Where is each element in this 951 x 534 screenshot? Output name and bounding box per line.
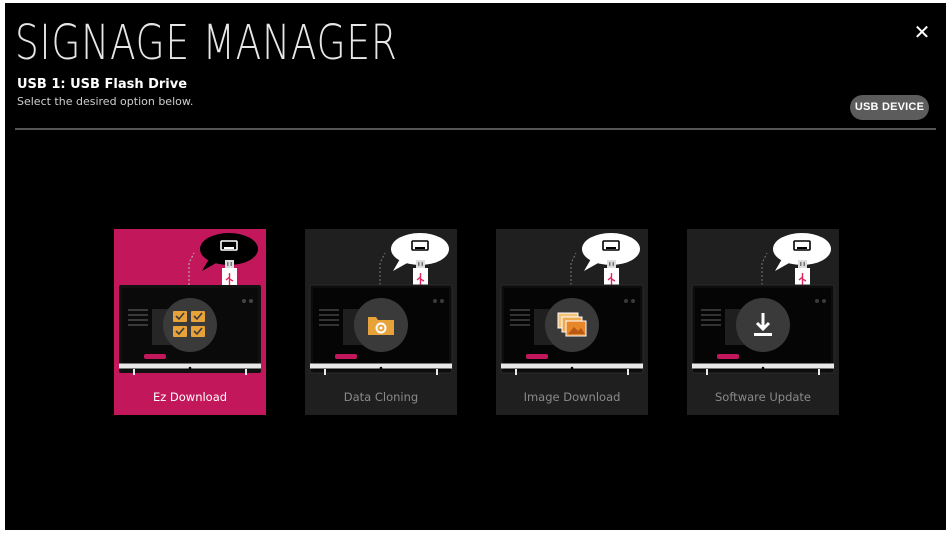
image-download-illustration bbox=[500, 233, 644, 375]
option-label: Image Download bbox=[523, 390, 621, 404]
usb-device-button[interactable]: USB DEVICE bbox=[850, 95, 929, 120]
close-button[interactable]: ✕ bbox=[911, 21, 933, 43]
option-card-data-cloning[interactable]: Data Cloning bbox=[305, 229, 457, 415]
download-arrow-icon bbox=[736, 298, 790, 352]
option-card-software-update[interactable]: Software Update bbox=[687, 229, 839, 415]
folder-gear-icon bbox=[354, 298, 408, 352]
data-cloning-illustration bbox=[309, 233, 453, 375]
software-update-illustration bbox=[691, 233, 835, 375]
option-label: Data Cloning bbox=[343, 390, 419, 404]
images-stack-icon bbox=[545, 298, 599, 352]
option-card-ez-download[interactable]: Ez Download bbox=[114, 229, 266, 415]
option-label: Software Update bbox=[715, 390, 811, 404]
page-title: SIGNAGE MANAGER bbox=[15, 15, 398, 71]
close-icon: ✕ bbox=[913, 20, 931, 44]
ez-download-illustration bbox=[119, 233, 261, 375]
option-label: Ez Download bbox=[152, 390, 228, 404]
option-cards: Ez Download Data Cloning Image Download … bbox=[5, 229, 946, 415]
usb-device-subtitle: USB 1: USB Flash Drive bbox=[17, 77, 188, 92]
instruction-text: Select the desired option below. bbox=[17, 95, 194, 108]
header-divider bbox=[15, 128, 936, 130]
option-card-image-download[interactable]: Image Download bbox=[496, 229, 648, 415]
signage-manager-screen: SIGNAGE MANAGER ✕ USB 1: USB Flash Drive… bbox=[5, 3, 946, 530]
checklist-icon bbox=[163, 298, 217, 352]
